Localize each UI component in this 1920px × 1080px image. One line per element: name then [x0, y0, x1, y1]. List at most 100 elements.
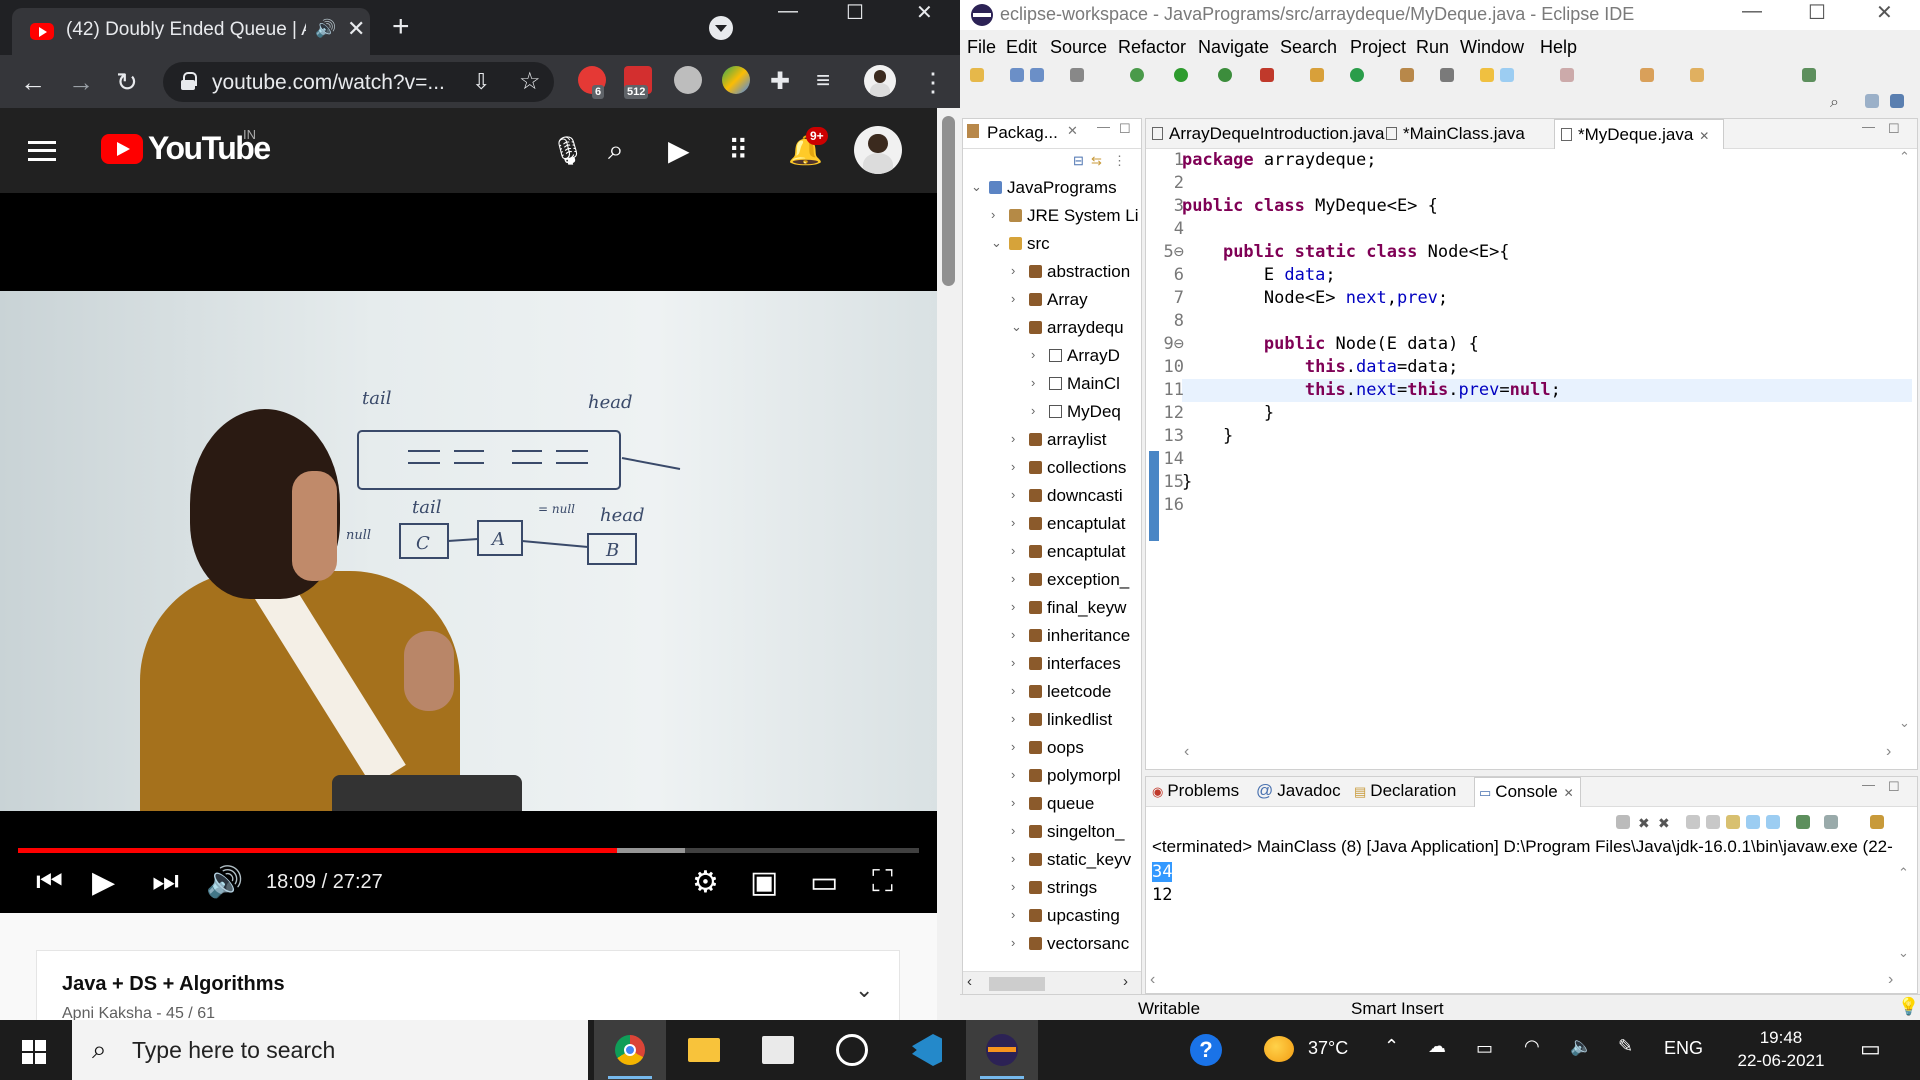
console-output[interactable]: 34 12	[1152, 861, 1173, 907]
tab-declaration[interactable]: ▤ Declaration	[1354, 781, 1456, 801]
open-type-icon[interactable]	[1400, 68, 1414, 82]
maximize-icon[interactable]: ☐	[846, 0, 864, 25]
eclipse-close-icon[interactable]: ✕	[1876, 0, 1893, 25]
code-line[interactable]: 14	[1164, 448, 1912, 471]
tree-item[interactable]: › static_keyv	[963, 847, 1141, 875]
chevron-right-icon[interactable]: ›	[1011, 795, 1015, 810]
youtube-logo-icon[interactable]	[101, 134, 143, 164]
external-tools-icon[interactable]	[1260, 68, 1274, 82]
taskbar-file-explorer[interactable]	[668, 1020, 740, 1080]
scroll-up-icon[interactable]: ⌃	[1899, 149, 1910, 165]
search-toolbar-icon[interactable]	[1440, 68, 1454, 82]
install-icon[interactable]: ⇩	[472, 69, 490, 95]
wifi-icon[interactable]: ◠	[1524, 1036, 1540, 1057]
chevron-down-icon[interactable]: ⌄	[991, 235, 1002, 251]
page-scrollbar[interactable]	[937, 108, 960, 1020]
chevron-right-icon[interactable]: ›	[1011, 291, 1015, 306]
hamburger-menu-icon[interactable]	[28, 141, 56, 161]
package-explorer-tab[interactable]: Packag...	[987, 123, 1058, 151]
chevron-right-icon[interactable]: ›	[1031, 375, 1035, 390]
scroll-left-icon[interactable]: ‹	[1184, 743, 1189, 761]
close-window-icon[interactable]: ✕	[916, 0, 933, 25]
onedrive-cloud-icon[interactable]: ☁	[1428, 1036, 1446, 1057]
scrollbar-thumb[interactable]	[942, 116, 955, 286]
debug-icon[interactable]	[1130, 68, 1144, 82]
speaker-icon[interactable]: 🔈	[1570, 1036, 1592, 1057]
menu-help[interactable]: Help	[1540, 37, 1577, 58]
code-line[interactable]: 8	[1174, 310, 1912, 333]
chevron-right-icon[interactable]: ›	[1011, 487, 1015, 502]
console-scroll-up-icon[interactable]: ⌃	[1898, 865, 1909, 881]
menu-window[interactable]: Window	[1460, 37, 1524, 58]
media-queue-icon[interactable]: ≡	[816, 67, 830, 95]
menu-edit[interactable]: Edit	[1006, 37, 1037, 58]
settings-gear-icon[interactable]: ⚙	[692, 865, 719, 900]
show-hidden-icons-icon[interactable]: ⌃	[1384, 1036, 1399, 1057]
scroll-right-icon[interactable]: ›	[1886, 743, 1891, 761]
video-frame[interactable]: tail head tail = null head null C A B	[0, 291, 937, 811]
save-all-icon[interactable]	[1030, 68, 1044, 82]
taskbar-search[interactable]: ⌕ Type here to search	[72, 1020, 588, 1080]
tree-item[interactable]: › singelton_	[963, 819, 1141, 847]
run-icon[interactable]	[1174, 68, 1188, 82]
menu-run[interactable]: Run	[1416, 37, 1449, 58]
chevron-down-icon[interactable]: ⌄	[855, 977, 873, 1003]
video-player[interactable]: tail head tail = null head null C A B ⏮ …	[0, 193, 937, 913]
console-maximize-icon[interactable]: ☐	[1888, 779, 1900, 795]
pin-editor-icon[interactable]	[1802, 68, 1816, 82]
code-line[interactable]: 13 }	[1164, 425, 1912, 448]
forward-icon[interactable]: →	[68, 67, 94, 98]
code-area[interactable]: 1 package arraydeque; 2 3 public class MyDeq…	[1164, 149, 1912, 739]
chevron-right-icon[interactable]: ›	[1011, 879, 1015, 894]
code-line[interactable]: 7 Node<E> next,prev;	[1174, 287, 1912, 310]
battery-icon[interactable]: ▭	[1476, 1038, 1493, 1059]
tree-item[interactable]: › interfaces	[963, 651, 1141, 679]
tree-item[interactable]: › collections	[963, 455, 1141, 483]
console-minimize-icon[interactable]: —	[1862, 777, 1875, 792]
cloud-extension-icon[interactable]	[674, 66, 702, 94]
code-line[interactable]: 4	[1174, 218, 1912, 241]
chevron-right-icon[interactable]: ›	[1011, 767, 1015, 782]
volume-icon[interactable]: 🔊	[206, 865, 243, 900]
chevron-right-icon[interactable]: ›	[1011, 655, 1015, 670]
playlist-title[interactable]: Java + DS + Algorithms	[62, 973, 285, 996]
scroll-left-icon[interactable]: ‹	[967, 973, 972, 990]
chevron-right-icon[interactable]: ›	[1011, 683, 1015, 698]
chevron-right-icon[interactable]: ›	[1011, 851, 1015, 866]
scroll-down-icon[interactable]: ⌄	[1899, 715, 1910, 731]
tree-item[interactable]: › downcasti	[963, 483, 1141, 511]
remove-launch-icon[interactable]: ✖	[1638, 815, 1652, 831]
tree-item[interactable]: ⌄ arraydequ	[963, 315, 1141, 343]
new-java-package-icon[interactable]	[1310, 68, 1324, 82]
notification-center-icon[interactable]: ▭	[1860, 1036, 1881, 1062]
chevron-right-icon[interactable]: ›	[1011, 599, 1015, 614]
close-view-icon[interactable]: ✕	[1067, 123, 1078, 151]
color-extension-icon[interactable]	[722, 66, 750, 94]
code-line[interactable]: 10 this.data=data;	[1164, 356, 1912, 379]
save-icon[interactable]	[1010, 68, 1024, 82]
taskbar-github[interactable]	[816, 1020, 888, 1080]
taskbar-eclipse[interactable]	[966, 1020, 1038, 1080]
close-tab-icon[interactable]: ✕	[1699, 129, 1709, 143]
tree-item[interactable]: ⌄ JavaPrograms	[963, 175, 1141, 203]
chevron-down-icon[interactable]: ⌄	[971, 179, 982, 195]
minimize-view-icon[interactable]: —	[1097, 119, 1110, 147]
chevron-right-icon[interactable]: ›	[991, 207, 995, 222]
code-line[interactable]: 16	[1164, 494, 1912, 517]
close-tab-icon[interactable]: ✕	[1564, 786, 1574, 800]
weather-sun-icon[interactable]	[1264, 1036, 1294, 1062]
code-line[interactable]: 5⊖ public static class Node<E>{	[1164, 241, 1912, 264]
back-icon[interactable]: ←	[20, 67, 46, 98]
fullscreen-icon[interactable]: ⛶	[872, 865, 893, 899]
console-scroll-right-icon[interactable]: ›	[1888, 971, 1893, 989]
pen-icon[interactable]: ✎	[1618, 1036, 1633, 1057]
theater-mode-icon[interactable]: ▭	[810, 865, 838, 900]
eclipse-minimize-icon[interactable]: —	[1742, 0, 1762, 23]
chevron-right-icon[interactable]: ›	[1011, 431, 1015, 446]
menu-project[interactable]: Project	[1350, 37, 1406, 58]
chevron-right-icon[interactable]: ›	[1011, 711, 1015, 726]
highlight-icon[interactable]	[1500, 68, 1514, 82]
scroll-lock-icon[interactable]	[1706, 815, 1720, 829]
chevron-right-icon[interactable]: ›	[1011, 907, 1015, 922]
playlist-panel[interactable]: Java + DS + Algorithms Apni Kaksha - 45 …	[36, 950, 900, 1020]
